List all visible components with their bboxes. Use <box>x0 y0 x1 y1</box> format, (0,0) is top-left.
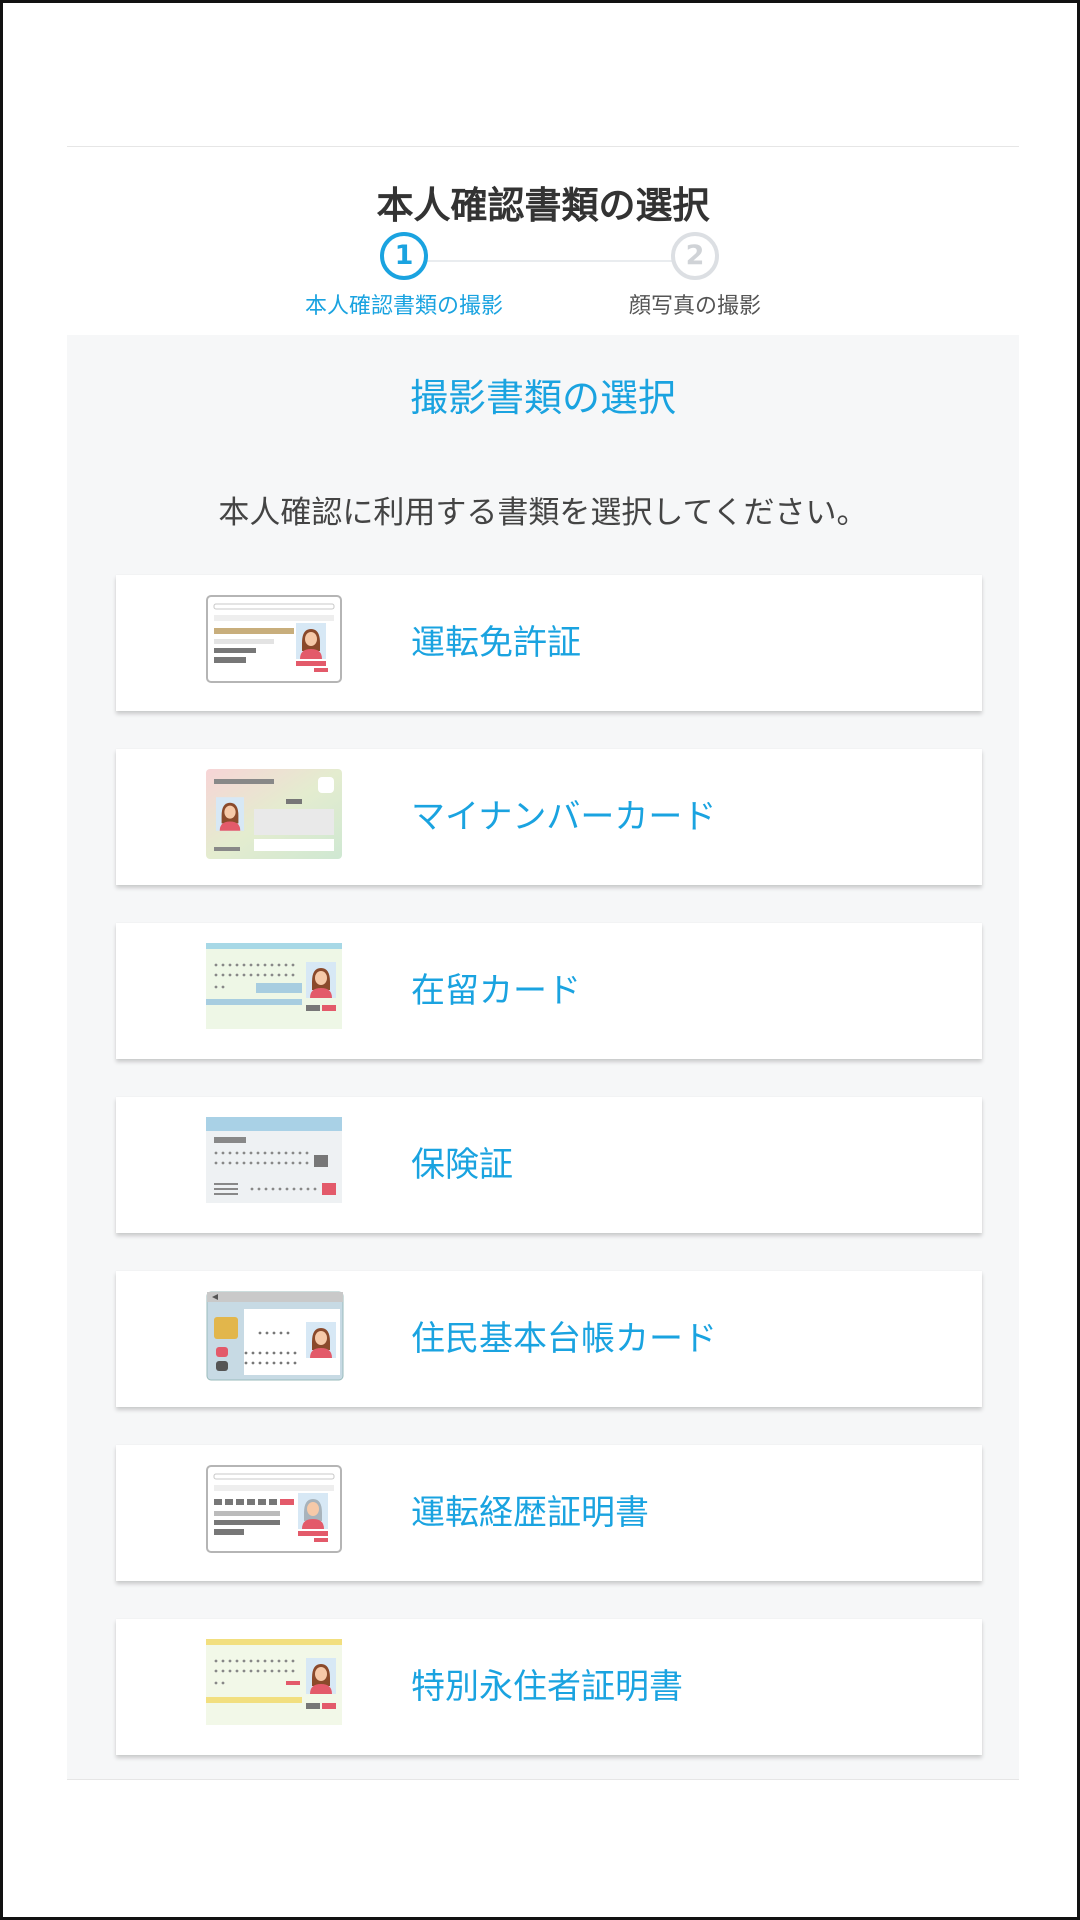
step-2-label: 顔写真の撮影 <box>628 294 761 319</box>
page-header: 本人確認書類の選択 1 本人確認書類の撮影 2 顔写真の撮影 <box>67 147 1019 334</box>
step-2-number-badge: 2 <box>671 232 719 280</box>
document-option-drivers-license[interactable]: 運転免許証 <box>116 575 982 711</box>
document-option-health-insurance-card[interactable]: 保険証 <box>116 1097 982 1233</box>
document-option-driving-history-certificate[interactable]: 運転経歴証明書 <box>116 1445 982 1581</box>
health-insurance-card-icon <box>206 1117 342 1207</box>
document-option-my-number-card[interactable]: マイナンバーカード <box>116 749 982 885</box>
residence-card-icon <box>206 943 342 1033</box>
document-option-special-permanent-resident-certificate[interactable]: 特別永住者証明書 <box>116 1619 982 1755</box>
step-1-number-badge: 1 <box>380 232 428 280</box>
my-number-card-icon <box>206 769 342 859</box>
instruction-text: 本人確認に利用する書類を選択してください。 <box>218 495 868 531</box>
page-title: 本人確認書類の選択 <box>376 184 710 227</box>
step-1: 1 本人確認書類の撮影 <box>284 232 524 320</box>
step-1-label: 本人確認書類の撮影 <box>304 294 503 319</box>
driving-history-certificate-icon <box>206 1465 342 1555</box>
resident-registry-card-icon <box>206 1291 344 1381</box>
step-2: 2 顔写真の撮影 <box>575 232 815 320</box>
special-permanent-resident-certificate-icon <box>206 1639 342 1729</box>
screen-frame: 本人確認書類の選択 1 本人確認書類の撮影 2 顔写真の撮影 撮影書類の選択 本… <box>0 0 1080 1920</box>
drivers-license-icon <box>206 595 342 685</box>
document-option-residence-card[interactable]: 在留カード <box>116 923 982 1059</box>
document-option-label: 住民基本台帳カード <box>411 1319 717 1359</box>
document-option-label: 特別永住者証明書 <box>411 1667 683 1707</box>
document-option-resident-registry-card[interactable]: 住民基本台帳カード <box>116 1271 982 1407</box>
section-title: 撮影書類の選択 <box>409 376 676 420</box>
document-option-label: マイナンバーカード <box>411 797 717 837</box>
document-option-label: 運転経歴証明書 <box>411 1493 649 1533</box>
document-option-label: 保険証 <box>411 1145 513 1185</box>
document-option-label: 在留カード <box>411 971 581 1011</box>
main-content: 撮影書類の選択 本人確認に利用する書類を選択してください。 運転免許証 マイナン… <box>67 335 1019 1779</box>
progress-stepper: 1 本人確認書類の撮影 2 顔写真の撮影 <box>67 232 1019 332</box>
document-option-label: 運転免許証 <box>411 623 581 663</box>
document-selection-panel: 本人確認書類の選択 1 本人確認書類の撮影 2 顔写真の撮影 撮影書類の選択 本… <box>67 146 1019 1780</box>
